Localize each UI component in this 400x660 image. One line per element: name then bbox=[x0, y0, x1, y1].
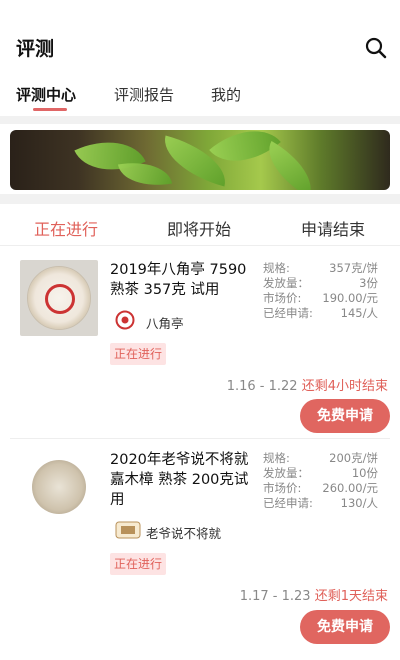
spec-label: 市场价: bbox=[263, 291, 302, 305]
spec-label: 发放量： bbox=[263, 276, 309, 290]
brand-name: 老爷说不将就 bbox=[146, 526, 222, 541]
spec-value: 260.00/元 bbox=[322, 481, 378, 495]
search-icon[interactable] bbox=[364, 36, 388, 60]
spec-label: 已经申请: bbox=[263, 496, 313, 510]
apply-button[interactable]: 免费申请 bbox=[300, 610, 390, 644]
tab-review-center[interactable]: 评测中心 bbox=[16, 84, 76, 105]
spec-label: 市场价: bbox=[263, 481, 302, 495]
brand-logo-icon bbox=[115, 521, 141, 539]
tab-mine[interactable]: 我的 bbox=[211, 84, 241, 105]
spec-value: 357克/饼 bbox=[329, 261, 378, 275]
spec-value: 3份 bbox=[359, 276, 378, 290]
active-tab-indicator bbox=[33, 108, 67, 111]
product-title[interactable]: 2019年八角亭 7590熟茶 357克 试用 bbox=[110, 260, 260, 300]
time-remaining: 还剩4小时结束 bbox=[301, 379, 388, 394]
spec-value: 145/人 bbox=[340, 306, 378, 320]
divider bbox=[0, 116, 400, 124]
status-filter-bar: 正在进行 即将开始 申请结束 bbox=[0, 206, 400, 246]
spec-list: 规格: 357克/饼 发放量： 3份 市场价: 190.00/元 已经申请: 145/人 bbox=[263, 260, 378, 320]
date-range-text: 1.17 - 1.23 bbox=[239, 589, 311, 604]
list-item[interactable]: 2019年八角亭 7590熟茶 357克 试用 八角亭 正在进行 规格: 357克… bbox=[0, 250, 400, 438]
spec-label: 规格: bbox=[263, 261, 290, 275]
top-tabs: 评测中心 评测报告 我的 bbox=[0, 80, 400, 116]
brand-name: 八角亭 bbox=[146, 316, 184, 331]
list-item[interactable]: 2020年老爷说不将就嘉木樟 熟茶 200克试用 老爷说不将就 正在进行 规格:… bbox=[0, 440, 400, 650]
spec-label: 已经申请: bbox=[263, 306, 313, 320]
apply-button[interactable]: 免费申请 bbox=[300, 399, 390, 433]
date-range: 1.16 - 1.22 还剩4小时结束 bbox=[227, 375, 388, 394]
spec-label: 发放量： bbox=[263, 466, 309, 480]
spec-value: 190.00/元 bbox=[322, 291, 378, 305]
product-image[interactable] bbox=[20, 260, 98, 336]
status-badge: 正在进行 bbox=[110, 343, 166, 365]
spec-label: 规格: bbox=[263, 451, 290, 465]
spec-value: 200克/饼 bbox=[329, 451, 378, 465]
tab-review-reports[interactable]: 评测报告 bbox=[114, 84, 174, 105]
filter-in-progress[interactable]: 正在进行 bbox=[34, 216, 98, 240]
filter-upcoming[interactable]: 即将开始 bbox=[167, 216, 231, 240]
banner-image[interactable] bbox=[10, 130, 390, 190]
date-range-text: 1.16 - 1.22 bbox=[226, 379, 298, 394]
spec-list: 规格: 200克/饼 发放量： 10份 市场价: 260.00/元 已经申请: 130/… bbox=[263, 450, 378, 510]
spec-value: 10份 bbox=[351, 466, 378, 480]
header: 评测 bbox=[0, 0, 400, 80]
product-title[interactable]: 2020年老爷说不将就嘉木樟 熟茶 200克试用 bbox=[110, 450, 260, 510]
filter-ended[interactable]: 申请结束 bbox=[301, 216, 365, 240]
date-range: 1.17 - 1.23 还剩1天结束 bbox=[240, 585, 388, 604]
brand-logo-icon bbox=[115, 310, 135, 330]
product-image[interactable] bbox=[20, 452, 98, 528]
divider bbox=[0, 194, 400, 204]
status-badge: 正在进行 bbox=[110, 553, 166, 575]
time-remaining: 还剩1天结束 bbox=[314, 589, 388, 604]
page-title: 评测 bbox=[16, 38, 55, 60]
spec-value: 130/人 bbox=[340, 496, 378, 510]
divider bbox=[10, 438, 390, 439]
